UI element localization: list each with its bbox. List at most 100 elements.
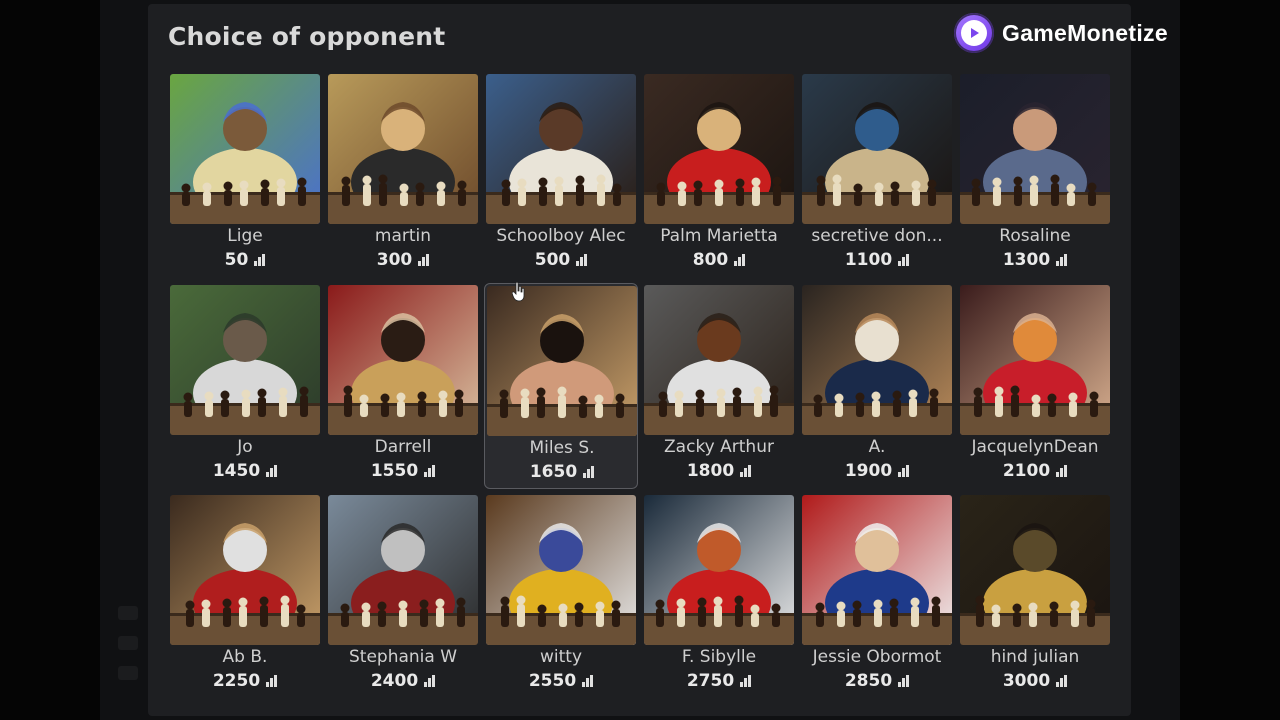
bar-chart-icon	[583, 465, 595, 478]
opponent-name: Darrell	[374, 436, 432, 457]
side-toolbar	[118, 600, 142, 700]
opponent-card[interactable]: martin 300	[326, 72, 480, 278]
rating-value: 1900	[844, 460, 893, 481]
opponent-portrait	[487, 285, 637, 436]
opponent-card[interactable]: Darrell 1550	[326, 283, 480, 489]
opponent-rating: 1800	[642, 461, 796, 481]
rating-value: 2750	[686, 671, 735, 691]
opponent-portrait	[960, 495, 1110, 645]
opponent-portrait	[486, 495, 636, 645]
opponent-rating: 2750	[642, 671, 796, 691]
bar-chart-icon	[424, 464, 436, 477]
opponent-portrait	[170, 495, 320, 645]
opponent-rating: 1900	[800, 461, 954, 481]
opponent-portrait	[328, 284, 478, 435]
opponent-name: secretive don...	[811, 226, 943, 246]
opponent-rating: 50	[168, 250, 322, 270]
opponent-card[interactable]: Jessie Obormot 2850	[800, 493, 954, 699]
opponent-rating: 500	[484, 250, 638, 270]
opponent-name: Jessie Obormot	[812, 647, 942, 667]
bar-chart-icon	[418, 254, 430, 266]
toolbar-button[interactable]	[118, 636, 138, 650]
rating-value: 1100	[844, 250, 893, 270]
rating-value: 1300	[1002, 250, 1051, 270]
opponent-name: Palm Marietta	[660, 226, 778, 246]
opponent-rating: 1650	[485, 462, 639, 482]
opponent-portrait	[644, 284, 794, 435]
opponent-rating: 1300	[958, 250, 1112, 270]
bar-chart-icon	[734, 254, 746, 266]
opponent-portrait	[328, 495, 478, 645]
opponent-card[interactable]: A. 1900	[800, 283, 954, 489]
opponent-name: hind julian	[990, 647, 1080, 667]
rating-value: 2250	[212, 671, 261, 691]
rating-value: 1800	[686, 460, 735, 481]
opponent-card[interactable]: Lige 50	[168, 72, 322, 278]
opponent-rating: 1450	[168, 461, 322, 481]
panel-title: Choice of opponent	[168, 22, 446, 51]
opponent-portrait	[802, 495, 952, 645]
opponent-name: witty	[539, 647, 583, 667]
bar-chart-icon	[1056, 675, 1068, 687]
bar-chart-icon	[898, 675, 910, 687]
opponent-name: Miles S.	[529, 437, 595, 458]
opponent-rating: 2400	[326, 671, 480, 691]
bar-chart-icon	[266, 464, 278, 477]
opponent-name: martin	[374, 226, 432, 246]
opponent-name: Stephania W	[348, 647, 458, 667]
mouse-cursor-icon	[512, 282, 525, 302]
opponent-card[interactable]: JacquelynDean 2100	[958, 283, 1112, 489]
opponent-name: JacquelynDean	[971, 436, 1099, 457]
opponent-rating: 300	[326, 250, 480, 270]
rating-value: 2850	[844, 671, 893, 691]
opponent-card[interactable]: Zacky Arthur 1800	[642, 283, 796, 489]
opponent-portrait	[644, 495, 794, 645]
opponent-portrait	[960, 74, 1110, 224]
opponent-name: Schoolboy Alec	[496, 226, 626, 246]
opponent-card[interactable]: Miles S. 1650	[484, 282, 639, 489]
toolbar-button[interactable]	[118, 666, 138, 680]
opponent-name: Ab B.	[222, 647, 268, 667]
rating-value: 1450	[212, 460, 261, 481]
opponent-card[interactable]: Jo 1450	[168, 283, 322, 489]
opponent-portrait	[486, 74, 636, 224]
brand-badge: GameMonetize	[954, 12, 1168, 54]
opponent-card[interactable]: hind julian 3000	[958, 493, 1112, 699]
opponent-portrait	[960, 284, 1110, 435]
opponent-card[interactable]: Stephania W 2400	[326, 493, 480, 699]
opponent-card[interactable]: witty 2550	[484, 493, 638, 699]
opponent-card[interactable]: Palm Marietta 800	[642, 72, 796, 278]
opponent-grid: Lige 50 martin 300 Schoolboy Alec 500 Pa…	[166, 72, 1114, 704]
opponent-rating: 2850	[800, 671, 954, 691]
opponent-card[interactable]: Ab B. 2250	[168, 493, 322, 699]
rating-value: 50	[224, 250, 249, 270]
opponent-rating: 3000	[958, 671, 1112, 691]
opponent-portrait	[644, 74, 794, 224]
opponent-rating: 800	[642, 250, 796, 270]
play-icon	[954, 13, 994, 53]
bar-chart-icon	[1056, 464, 1068, 477]
opponent-rating: 1100	[800, 250, 954, 270]
opponent-name: Lige	[227, 226, 263, 246]
opponent-portrait	[170, 284, 320, 435]
rating-value: 800	[692, 250, 729, 270]
opponent-name: Jo	[237, 436, 253, 457]
bar-chart-icon	[740, 464, 752, 477]
opponent-card[interactable]: Rosaline 1300	[958, 72, 1112, 278]
opponent-card[interactable]: F. Sibylle 2750	[642, 493, 796, 699]
opponent-card[interactable]: secretive don... 1100	[800, 72, 954, 278]
opponent-name: F. Sibylle	[681, 647, 757, 667]
bar-chart-icon	[582, 675, 594, 687]
opponent-portrait	[802, 284, 952, 435]
opponent-portrait	[170, 74, 320, 224]
opponent-rating: 1550	[326, 461, 480, 481]
bar-chart-icon	[424, 675, 436, 687]
opponent-name: Zacky Arthur	[664, 436, 774, 457]
brand-name: GameMonetize	[1002, 19, 1168, 46]
opponent-card[interactable]: Schoolboy Alec 500	[484, 72, 638, 278]
rating-value: 300	[376, 250, 413, 270]
opponent-rating: 2550	[484, 671, 638, 691]
bar-chart-icon	[898, 254, 910, 266]
toolbar-button[interactable]	[118, 606, 138, 620]
rating-value: 3000	[1002, 671, 1051, 691]
